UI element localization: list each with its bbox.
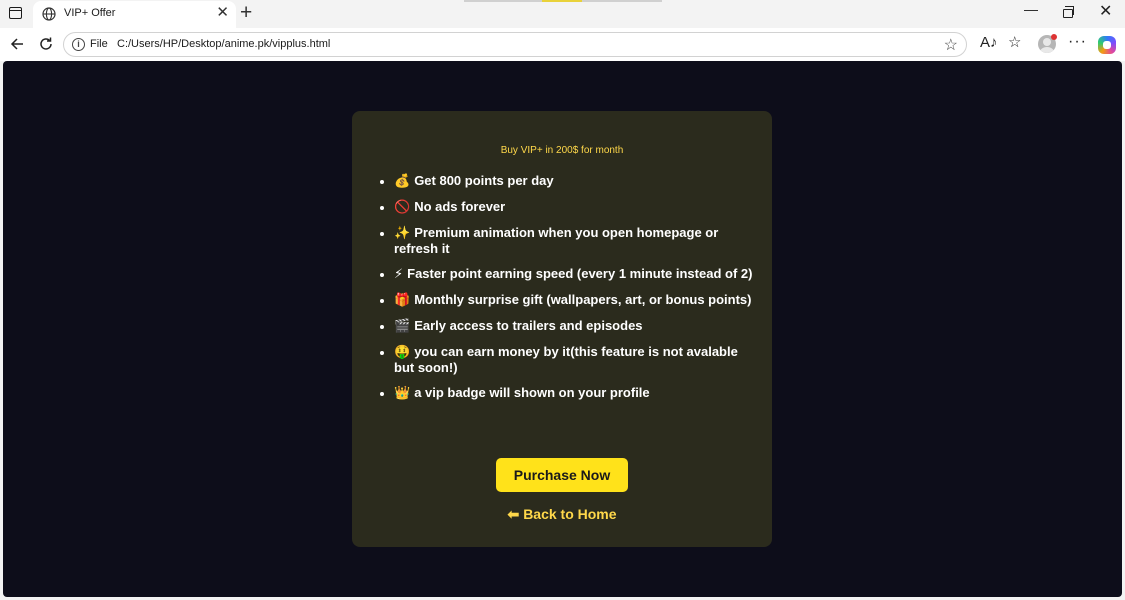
sidebar-icon[interactable] bbox=[9, 7, 22, 19]
vip-offer-card: Buy VIP+ in 200$ for month 💰Get 800 poin… bbox=[352, 111, 772, 547]
close-tab-icon[interactable]: ✕ bbox=[216, 5, 229, 21]
globe-icon bbox=[42, 7, 56, 21]
copilot-icon[interactable] bbox=[1098, 36, 1116, 54]
more-icon[interactable]: ··· bbox=[1068, 33, 1087, 51]
close-window-button[interactable]: ✕ bbox=[1099, 4, 1112, 20]
clapperboard-icon: 🎬 bbox=[394, 319, 411, 334]
money-face-icon: 🤑 bbox=[394, 345, 411, 360]
minimize-button[interactable]: — bbox=[1024, 1, 1038, 17]
list-item: 🚫No ads forever bbox=[394, 199, 754, 215]
info-icon[interactable]: i bbox=[72, 38, 85, 51]
back-arrow-icon[interactable] bbox=[9, 36, 25, 52]
read-aloud-icon[interactable]: A♪ bbox=[980, 34, 998, 52]
browser-titlebar: VIP+ Offer ✕ + — ✕ bbox=[0, 0, 1125, 28]
new-tab-button[interactable]: + bbox=[240, 2, 252, 24]
list-item: 🎁Monthly surprise gift (wallpapers, art,… bbox=[394, 292, 754, 308]
benefit-text: Monthly surprise gift (wallpapers, art, … bbox=[414, 292, 752, 307]
address-bar[interactable]: i File C:/Users/HP/Desktop/anime.pk/vipp… bbox=[63, 32, 967, 57]
url-text[interactable]: C:/Users/HP/Desktop/anime.pk/vipplus.htm… bbox=[117, 38, 330, 50]
tab-title: VIP+ Offer bbox=[64, 7, 116, 19]
benefit-text: a vip badge will shown on your profile bbox=[414, 385, 650, 400]
back-to-home-link[interactable]: ⬅ Back to Home bbox=[352, 506, 772, 523]
restore-button[interactable] bbox=[1063, 6, 1074, 18]
benefit-text: Early access to trailers and episodes bbox=[414, 318, 643, 333]
favorites-icon[interactable]: ☆ bbox=[1008, 34, 1021, 52]
scheme-label: File bbox=[90, 38, 108, 50]
list-item: 👑a vip badge will shown on your profile bbox=[394, 385, 754, 401]
benefit-text: you can earn money by it(this feature is… bbox=[394, 344, 738, 375]
list-item: ⚡Faster point earning speed (every 1 min… bbox=[394, 266, 754, 282]
reload-icon[interactable] bbox=[38, 36, 54, 52]
left-arrow-icon: ⬅ bbox=[507, 506, 520, 522]
tab-vip-offer[interactable]: VIP+ Offer ✕ bbox=[33, 1, 236, 28]
gift-icon: 🎁 bbox=[394, 293, 411, 308]
benefit-text: Get 800 points per day bbox=[414, 173, 554, 188]
money-bag-icon: 💰 bbox=[394, 174, 411, 189]
benefit-text: Faster point earning speed (every 1 minu… bbox=[407, 266, 753, 281]
purchase-now-button[interactable]: Purchase Now bbox=[496, 458, 628, 492]
back-to-home-label: Back to Home bbox=[523, 506, 617, 522]
benefit-text: No ads forever bbox=[414, 199, 506, 214]
window-drag-indicator bbox=[464, 0, 662, 2]
list-item: 🎬Early access to trailers and episodes bbox=[394, 318, 754, 334]
sparkles-icon: ✨ bbox=[394, 226, 411, 241]
benefits-list: 💰Get 800 points per day 🚫No ads forever … bbox=[394, 173, 754, 411]
browser-toolbar: i File C:/Users/HP/Desktop/anime.pk/vipp… bbox=[0, 28, 1125, 61]
offer-title: Buy VIP+ in 200$ for month bbox=[500, 145, 624, 156]
lightning-icon: ⚡ bbox=[394, 267, 404, 282]
page-viewport: Buy VIP+ in 200$ for month 💰Get 800 poin… bbox=[3, 61, 1122, 597]
no-entry-icon: 🚫 bbox=[394, 200, 411, 215]
benefit-text: Premium animation when you open homepage… bbox=[394, 225, 719, 256]
list-item: ✨Premium animation when you open homepag… bbox=[394, 225, 754, 256]
list-item: 💰Get 800 points per day bbox=[394, 173, 754, 189]
star-icon[interactable]: ☆ bbox=[944, 35, 958, 55]
list-item: 🤑you can earn money by it(this feature i… bbox=[394, 344, 754, 375]
profile-notification-dot bbox=[1051, 34, 1057, 40]
crown-icon: 👑 bbox=[394, 386, 411, 401]
